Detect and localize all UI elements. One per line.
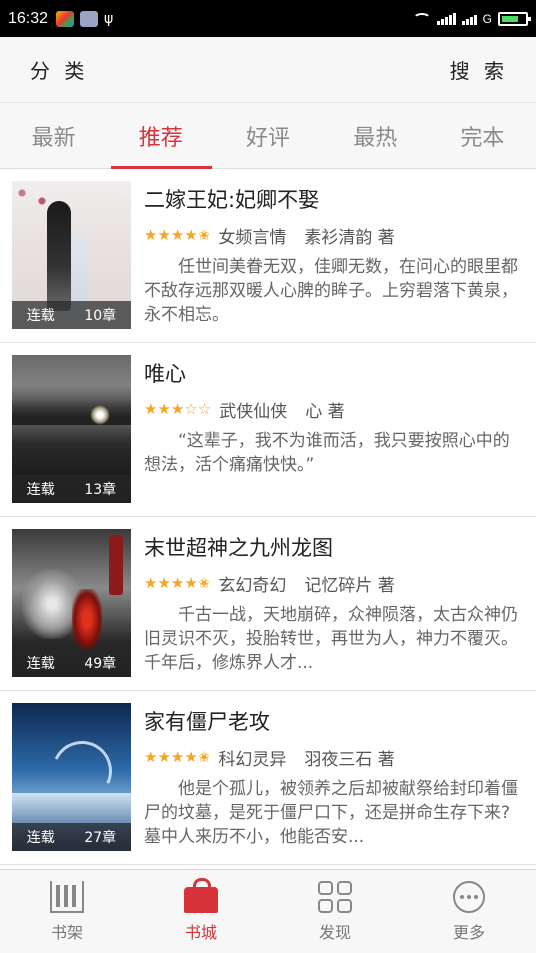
app-notification-icon [56, 10, 75, 27]
nav-label: 书架 [50, 922, 83, 942]
book-item[interactable]: 连载 13章 唯心 ★★★☆☆ 武侠仙侠 心 著 “这辈子，我不为谁而活，我只要… [0, 343, 536, 517]
book-title[interactable]: 唯心 [144, 359, 524, 393]
book-genre: 女频言情 [218, 227, 287, 248]
bookshelf-icon [50, 880, 84, 913]
tab-top-rated[interactable]: 好评 [214, 103, 321, 168]
chapter-count: 10章 [84, 308, 117, 324]
chapter-count: 27章 [84, 830, 117, 846]
book-title[interactable]: 末世超神之九州龙图 [144, 533, 524, 567]
status-bar: 16:32 ψ G [0, 0, 536, 37]
chapter-count: 13章 [84, 482, 117, 498]
book-cover[interactable]: 连载 27章 [12, 703, 131, 851]
search-button[interactable]: 搜 索 [450, 55, 508, 84]
battery-icon [498, 11, 531, 26]
serial-status: 连载 [26, 308, 55, 324]
chapter-count: 49章 [84, 656, 117, 672]
book-author: 心 著 [305, 401, 345, 422]
serial-status: 连载 [26, 830, 55, 846]
book-cover[interactable]: 连载 10章 [12, 181, 131, 329]
book-genre: 科幻灵异 [218, 749, 287, 770]
category-button[interactable]: 分 类 [30, 55, 88, 84]
book-description: 千古一战，天地崩碎，众神陨落，太古众神仍旧灵识不灭，投胎转世，再世为人，神力不覆… [144, 605, 518, 673]
rating-stars-icon: ★★★★✬ [144, 226, 211, 244]
book-author: 素衫清韵 著 [304, 227, 395, 248]
wifi-icon [412, 12, 431, 25]
rating-stars-icon: ★★★★✬ [144, 574, 211, 592]
book-description: 任世间美眷无双，佳卿无数，在问心的眼里都不敌存远那双暖人心脾的眸子。上穷碧落下黄… [144, 257, 518, 325]
cover-status-bar: 连载 27章 [12, 823, 131, 851]
book-title[interactable]: 家有僵尸老攻 [144, 707, 524, 741]
bottom-navigation: 书架 书城 发现 更多 [0, 869, 536, 953]
cover-status-bar: 连载 13章 [12, 475, 131, 503]
discover-grid-icon [318, 880, 352, 913]
book-author: 记忆碎片 著 [304, 575, 395, 596]
bookstore-bag-icon [184, 877, 218, 913]
book-cover[interactable]: 连载 49章 [12, 529, 131, 677]
book-item[interactable]: 连载 10章 二嫁王妃:妃卿不娶 ★★★★✬ 女频言情 素衫清韵 著 任世间美眷… [0, 169, 536, 343]
network-type: G [482, 11, 492, 26]
signal-icon [436, 12, 456, 25]
rating-stars-icon: ★★★☆☆ [144, 400, 212, 418]
cover-status-bar: 连载 10章 [12, 301, 131, 329]
serial-status: 连载 [26, 482, 55, 498]
book-genre: 玄幻奇幻 [218, 575, 287, 596]
tab-completed[interactable]: 完本 [429, 103, 536, 168]
cover-status-bar: 连载 49章 [12, 649, 131, 677]
rating-stars-icon: ★★★★✬ [144, 748, 211, 766]
more-dots-icon [453, 880, 485, 913]
book-author: 羽夜三石 著 [304, 749, 395, 770]
book-list: 连载 10章 二嫁王妃:妃卿不娶 ★★★★✬ 女频言情 素衫清韵 著 任世间美眷… [0, 169, 536, 865]
nav-bookstore[interactable]: 书城 [134, 870, 268, 953]
usb-icon: ψ [104, 10, 114, 27]
book-item[interactable]: 连载 27章 家有僵尸老攻 ★★★★✬ 科幻灵异 羽夜三石 著 他是个孤儿，被领… [0, 691, 536, 865]
tab-bar: 最新 推荐 好评 最热 完本 [0, 103, 536, 169]
book-title[interactable]: 二嫁王妃:妃卿不娶 [144, 185, 524, 219]
book-description: “这辈子，我不为谁而活，我只要按照心中的想法，活个痛痛快快。” [144, 431, 510, 475]
top-bar: 分 类 搜 索 [0, 37, 536, 103]
nav-label: 更多 [452, 922, 485, 942]
nav-discover[interactable]: 发现 [268, 870, 402, 953]
nav-label: 书城 [184, 922, 217, 942]
tab-latest[interactable]: 最新 [0, 103, 107, 168]
status-time: 16:32 [8, 9, 49, 27]
book-description: 他是个孤儿，被领养之后却被献祭给封印着僵尸的坟墓，是死于僵尸口下，还是拼命生存下… [144, 779, 518, 847]
nav-more[interactable]: 更多 [402, 870, 536, 953]
tab-hottest[interactable]: 最热 [322, 103, 429, 168]
book-item[interactable]: 连载 49章 末世超神之九州龙图 ★★★★✬ 玄幻奇幻 记忆碎片 著 千古一战，… [0, 517, 536, 691]
serial-status: 连载 [26, 656, 55, 672]
nav-label: 发现 [318, 922, 351, 942]
book-cover[interactable]: 连载 13章 [12, 355, 131, 503]
cloud-notification-icon [80, 10, 99, 27]
book-genre: 武侠仙侠 [219, 401, 288, 422]
nav-bookshelf[interactable]: 书架 [0, 870, 134, 953]
tab-recommended[interactable]: 推荐 [107, 103, 214, 169]
signal-2-icon [461, 13, 477, 25]
